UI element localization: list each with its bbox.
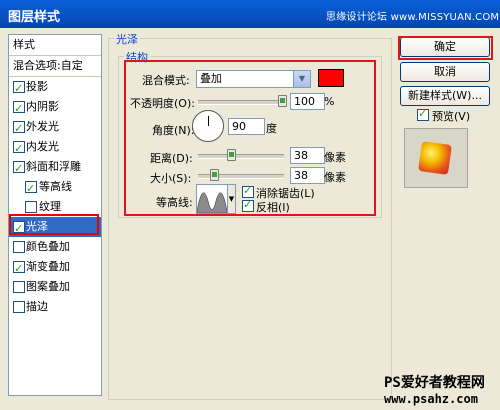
style-checkbox[interactable] (13, 259, 25, 279)
style-item-label: 投影 (26, 80, 48, 93)
opacity-slider-thumb[interactable] (278, 95, 287, 107)
distance-unit: 像素 (324, 151, 346, 164)
layer-style-dialog: 图层样式 思缘设计论坛 www.MISSYUAN.COM 样式 混合选项:自定 … (0, 0, 500, 410)
satin-group-title: 光泽 (114, 31, 140, 47)
contour-dropdown-arrow[interactable]: ▼ (227, 184, 236, 214)
style-item-outer-glow[interactable]: 外发光 (9, 117, 101, 139)
chevron-down-icon[interactable]: ▼ (293, 71, 310, 87)
style-item-label: 图案叠加 (26, 280, 70, 293)
style-item-color-overlay[interactable]: 颜色叠加 (9, 237, 101, 257)
preview-checkbox[interactable] (417, 107, 429, 121)
size-value: 38 (294, 169, 308, 182)
distance-slider-track[interactable] (198, 154, 284, 159)
distance-label: 距离(D): (150, 152, 193, 165)
size-input[interactable]: 38 (290, 167, 325, 184)
angle-dial[interactable] (192, 110, 224, 142)
style-checkbox[interactable] (13, 241, 25, 253)
title-bar[interactable]: 图层样式 思缘设计论坛 www.MISSYUAN.COM (0, 0, 500, 28)
distance-value: 38 (294, 149, 308, 162)
style-item-contour[interactable]: 等高线 (9, 177, 101, 199)
styles-header-label: 样式 (13, 38, 35, 51)
site-name-watermark: PS爱好者教程网 (384, 375, 485, 391)
preview-image (418, 141, 452, 175)
ok-highlight-outline (398, 36, 493, 60)
style-checkbox[interactable] (13, 79, 25, 99)
styles-header[interactable]: 样式 (9, 35, 101, 55)
blend-mode-select[interactable]: 叠加 ▼ (196, 70, 311, 88)
blend-options-item[interactable]: 混合选项:自定 (9, 56, 101, 76)
style-item-label: 描边 (26, 300, 48, 313)
watermark-text: 思缘设计论坛 www.MISSYUAN.COM (326, 12, 500, 23)
blend-options-label: 混合选项:自定 (13, 59, 83, 72)
style-item-label: 内阴影 (26, 100, 59, 113)
contour-preview[interactable] (196, 184, 228, 214)
style-item-label: 颜色叠加 (26, 240, 70, 253)
style-checkbox[interactable] (13, 301, 25, 313)
style-checkbox[interactable] (25, 179, 37, 199)
size-slider-thumb[interactable] (210, 169, 219, 181)
anti-alias-checkbox[interactable] (242, 184, 254, 198)
style-checkbox[interactable] (13, 119, 25, 139)
distance-slider-thumb[interactable] (227, 149, 236, 161)
style-checkbox[interactable] (25, 201, 37, 213)
opacity-input[interactable]: 100 (290, 93, 325, 110)
angle-label: 角度(N): (152, 124, 195, 137)
style-item-gradient-overlay[interactable]: 渐变叠加 (9, 257, 101, 279)
invert-label: 反相(I) (256, 201, 290, 214)
size-unit: 像素 (324, 171, 346, 184)
new-style-button[interactable]: 新建样式(W)... (400, 86, 490, 106)
style-item-inner-glow[interactable]: 内发光 (9, 137, 101, 159)
window-title: 图层样式 (8, 10, 61, 25)
angle-dial-hand (208, 116, 209, 126)
opacity-slider-track[interactable] (198, 100, 284, 105)
blend-mode-value: 叠加 (200, 72, 222, 85)
selection-highlight-outline (9, 214, 99, 235)
style-checkbox[interactable] (13, 159, 25, 179)
style-item-pattern-overlay[interactable]: 图案叠加 (9, 277, 101, 297)
style-checkbox[interactable] (13, 281, 25, 293)
style-item-label: 渐变叠加 (26, 260, 70, 273)
style-item-stroke[interactable]: 描边 (9, 297, 101, 317)
invert-checkbox[interactable] (242, 198, 254, 212)
style-item-inner-shadow[interactable]: 内阴影 (9, 97, 101, 119)
angle-unit: 度 (266, 122, 277, 135)
angle-value: 90 (232, 120, 246, 133)
contour-curve-icon (197, 192, 227, 213)
size-label: 大小(S): (150, 172, 192, 185)
style-item-drop-shadow[interactable]: 投影 (9, 77, 101, 99)
blend-mode-label: 混合模式: (142, 74, 190, 87)
contour-label: 等高线: (156, 196, 193, 209)
style-checkbox[interactable] (13, 139, 25, 159)
site-url-watermark: www.psahz.com (384, 392, 478, 406)
style-item-bevel-emboss[interactable]: 斜面和浮雕 (9, 157, 101, 179)
style-item-label: 等高线 (39, 180, 72, 193)
angle-input[interactable]: 90 (228, 118, 265, 135)
preview-label: 预览(V) (432, 110, 471, 123)
cancel-button[interactable]: 取消 (400, 62, 490, 82)
distance-input[interactable]: 38 (290, 147, 325, 164)
style-checkbox[interactable] (13, 99, 25, 119)
style-item-label: 外发光 (26, 120, 59, 133)
style-item-label: 斜面和浮雕 (26, 160, 81, 173)
style-item-label: 内发光 (26, 140, 59, 153)
opacity-value: 100 (294, 95, 315, 108)
opacity-unit: % (324, 95, 335, 108)
style-preview-thumbnail (404, 128, 468, 188)
satin-color-swatch[interactable] (318, 69, 344, 87)
opacity-label: 不透明度(O): (130, 97, 195, 110)
